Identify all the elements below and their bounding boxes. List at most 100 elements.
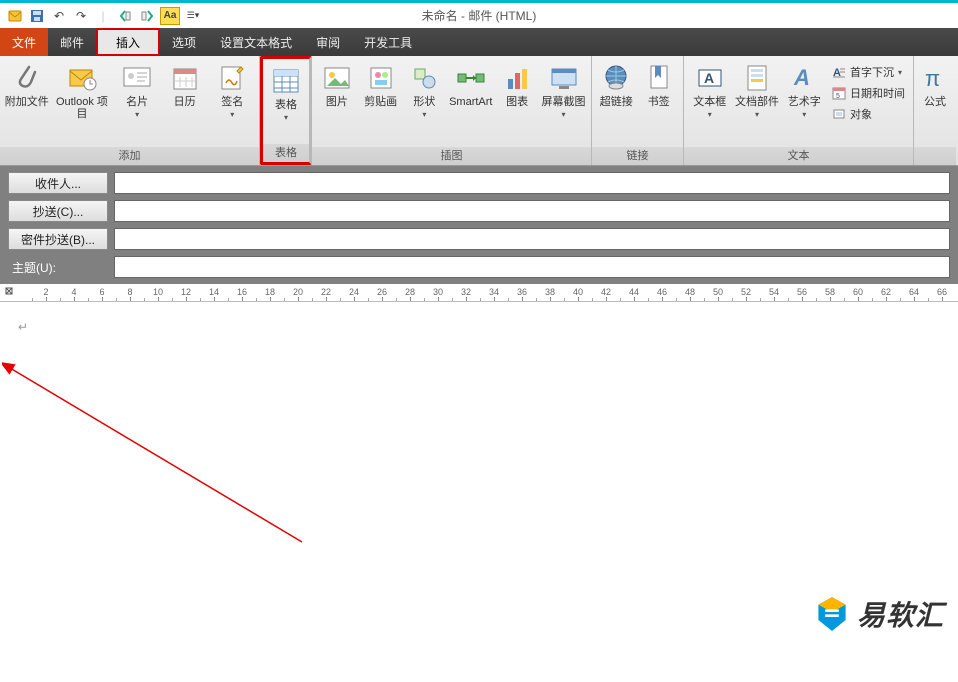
svg-text:A: A [793, 65, 810, 90]
ruler-number: 44 [629, 287, 639, 297]
chevron-down-icon: ▾ [562, 110, 566, 119]
tab-review[interactable]: 审阅 [304, 28, 352, 56]
svg-text:π: π [925, 66, 940, 91]
signature-icon [216, 62, 248, 94]
object-button[interactable]: 对象 [832, 104, 905, 124]
ruler-number: 54 [769, 287, 779, 297]
next-item-icon[interactable] [138, 7, 156, 25]
group-illustrations-label: 插图 [312, 147, 591, 165]
textbox-button[interactable]: A 文本框▾ [688, 60, 731, 120]
shapes-button[interactable]: 形状▾ [404, 60, 446, 120]
subject-input[interactable] [114, 256, 950, 278]
group-illustrations: 图片 剪贴画 形状▾ SmartArt [312, 56, 592, 165]
bookmark-button[interactable]: 书签 [639, 60, 680, 108]
app-icon[interactable] [6, 7, 24, 25]
group-table: 表格▾ 表格 [260, 56, 312, 165]
chart-button[interactable]: 图表 [496, 60, 538, 108]
clipart-icon [365, 62, 397, 94]
annotation-arrow-icon [2, 362, 322, 562]
bcc-button[interactable]: 密件抄送(B)... [8, 228, 108, 250]
datetime-button[interactable]: 5 日期和时间 [832, 83, 905, 103]
bookmark-icon [643, 62, 675, 94]
cc-button[interactable]: 抄送(C)... [8, 200, 108, 222]
ruler-number: 64 [909, 287, 919, 297]
docparts-button[interactable]: 文档部件▾ [733, 60, 780, 120]
chevron-down-icon: ▾ [230, 110, 234, 119]
tab-file[interactable]: 文件 [0, 28, 48, 56]
svg-text:A: A [704, 70, 714, 86]
redo-icon[interactable]: ↷ [72, 7, 90, 25]
outlook-item-button[interactable]: Outlook 项目 [52, 60, 113, 120]
undo-icon[interactable]: ↶ [50, 7, 68, 25]
ruler[interactable]: 2468101214161820222426283032343638404244… [0, 284, 958, 302]
group-add-label: 添加 [0, 147, 259, 165]
ruler-number: 28 [405, 287, 415, 297]
title-bar: ↶ ↷ | Aa ☰▾ 未命名 - 邮件 (HTML) [0, 0, 958, 28]
ruler-number: 62 [881, 287, 891, 297]
group-links-label: 链接 [592, 147, 683, 165]
textbox-icon: A [694, 62, 726, 94]
tab-format[interactable]: 设置文本格式 [208, 28, 304, 56]
ruler-number: 60 [853, 287, 863, 297]
cc-input[interactable] [114, 200, 950, 222]
ruler-number: 24 [349, 287, 359, 297]
picture-button[interactable]: 图片 [316, 60, 358, 108]
datetime-icon: 5 [832, 86, 846, 100]
paragraph-mark-icon: ↵ [18, 320, 28, 334]
docparts-icon [741, 62, 773, 94]
ruler-number: 20 [293, 287, 303, 297]
watermark-logo-icon [815, 595, 849, 633]
ruler-number: 52 [741, 287, 751, 297]
chevron-down-icon: ▾ [422, 110, 426, 119]
calendar-button[interactable]: 日历 [162, 60, 208, 108]
group-text-label: 文本 [684, 147, 913, 165]
tab-insert[interactable]: 插入 [96, 28, 160, 56]
ruler-number: 40 [573, 287, 583, 297]
bcc-input[interactable] [114, 228, 950, 250]
watermark-text: 易软汇 [857, 594, 944, 634]
subject-label: 主题(U): [8, 259, 108, 276]
clipart-button[interactable]: 剪贴画 [360, 60, 402, 108]
globe-link-icon [600, 62, 632, 94]
smartart-icon [455, 62, 487, 94]
object-icon [832, 107, 846, 121]
to-input[interactable] [114, 172, 950, 194]
ruler-number: 36 [517, 287, 527, 297]
signature-button[interactable]: 签名▾ [209, 60, 255, 120]
to-button[interactable]: 收件人... [8, 172, 108, 194]
tab-devtools[interactable]: 开发工具 [352, 28, 424, 56]
pi-icon: π [919, 62, 951, 94]
ruler-number: 6 [99, 287, 104, 297]
dropcap-button[interactable]: A 首字下沉▾ [832, 62, 905, 82]
ruler-number: 30 [433, 287, 443, 297]
highlight-icon[interactable]: Aa [160, 7, 180, 25]
ruler-number: 10 [153, 287, 163, 297]
table-button[interactable]: 表格▾ [267, 63, 305, 123]
group-text: A 文本框▾ 文档部件▾ A 艺术字▾ A 首字下沉▾ [684, 56, 914, 165]
prev-item-icon[interactable] [116, 7, 134, 25]
equation-button[interactable]: π 公式 [918, 60, 952, 108]
bizcard-button[interactable]: 名片▾ [114, 60, 160, 120]
qat-sep: | [94, 7, 112, 25]
wordart-icon: A [788, 62, 820, 94]
wordart-button[interactable]: A 艺术字▾ [783, 60, 826, 120]
attach-file-button[interactable]: 附加文件 [4, 60, 50, 108]
screenshot-button[interactable]: 屏幕截图▾ [540, 60, 587, 120]
tab-options[interactable]: 选项 [160, 28, 208, 56]
ruler-number: 2 [43, 287, 48, 297]
qat-customize-icon[interactable]: ☰▾ [184, 7, 202, 25]
tab-mail[interactable]: 邮件 [48, 28, 96, 56]
chart-icon [501, 62, 533, 94]
ruler-number: 14 [209, 287, 219, 297]
hyperlink-button[interactable]: 超链接 [596, 60, 637, 108]
chevron-down-icon: ▾ [135, 110, 139, 119]
text-small-buttons: A 首字下沉▾ 5 日期和时间 对象 [828, 60, 909, 126]
group-symbols: π 公式 [914, 56, 956, 165]
ruler-number: 56 [797, 287, 807, 297]
group-links: 超链接 书签 链接 [592, 56, 684, 165]
smartart-button[interactable]: SmartArt [447, 60, 494, 108]
save-icon[interactable] [28, 7, 46, 25]
ribbon-tabs: 文件 邮件 插入 选项 设置文本格式 审阅 开发工具 [0, 28, 958, 56]
ruler-number: 66 [937, 287, 947, 297]
ruler-number: 48 [685, 287, 695, 297]
